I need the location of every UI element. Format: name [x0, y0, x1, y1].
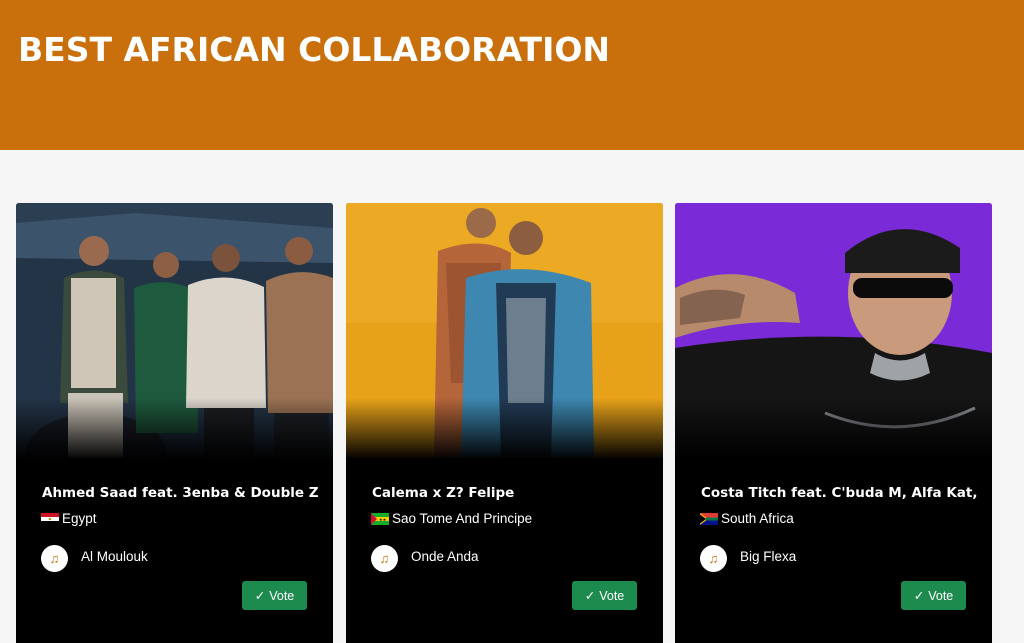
- vote-label: Vote: [599, 588, 625, 603]
- vote-button[interactable]: ✓ Vote: [901, 581, 966, 610]
- song-name: Onde Anda: [411, 549, 479, 564]
- nominee-title: Calema x Z? Felipe: [372, 485, 515, 501]
- music-note-icon: ♫: [41, 545, 68, 572]
- nominee-photo: [346, 203, 663, 458]
- music-note-icon: ♫: [371, 545, 398, 572]
- song-name: Big Flexa: [740, 549, 797, 564]
- nominee-country: South Africa: [700, 511, 794, 526]
- country-name: Egypt: [62, 511, 97, 526]
- svg-text:★★: ★★: [379, 517, 387, 522]
- country-name: South Africa: [721, 511, 794, 526]
- nominee-song: ♫ Al Moulouk: [41, 545, 148, 572]
- page-header: BEST AFRICAN COLLABORATION: [0, 0, 1024, 150]
- nominee-song: ♫ Big Flexa: [700, 545, 796, 572]
- check-icon: ✓: [254, 589, 266, 603]
- nominee-country: ★★ Sao Tome And Principe: [371, 511, 532, 526]
- nominee-country: Egypt: [41, 511, 97, 526]
- sao-tome-flag-icon: ★★: [371, 512, 389, 525]
- egypt-flag-icon: [41, 512, 59, 525]
- south-africa-flag-icon: [700, 512, 718, 525]
- song-name: Al Moulouk: [81, 549, 148, 564]
- check-icon: ✓: [913, 589, 925, 603]
- nominee-title: Costa Titch feat. C'buda M, Alfa Kat,: [701, 485, 978, 501]
- vote-label: Vote: [269, 588, 295, 603]
- nominee-title: Ahmed Saad feat. 3enba & Double Z: [42, 485, 319, 501]
- nominee-card: Costa Titch feat. C'buda M, Alfa Kat, So…: [675, 203, 992, 643]
- country-name: Sao Tome And Principe: [392, 511, 533, 526]
- nominee-card: Calema x Z? Felipe ★★ Sao Tome And Princ…: [346, 203, 663, 643]
- nominee-photo: [675, 203, 992, 458]
- nominee-card: Ahmed Saad feat. 3enba & Double Z Egypt …: [16, 203, 333, 643]
- vote-button[interactable]: ✓ Vote: [572, 581, 637, 610]
- music-note-icon: ♫: [700, 545, 727, 572]
- nominee-photo: [16, 203, 333, 458]
- vote-button[interactable]: ✓ Vote: [242, 581, 307, 610]
- nominee-song: ♫ Onde Anda: [371, 545, 479, 572]
- vote-label: Vote: [928, 588, 954, 603]
- page-title: BEST AFRICAN COLLABORATION: [18, 30, 611, 69]
- check-icon: ✓: [584, 589, 596, 603]
